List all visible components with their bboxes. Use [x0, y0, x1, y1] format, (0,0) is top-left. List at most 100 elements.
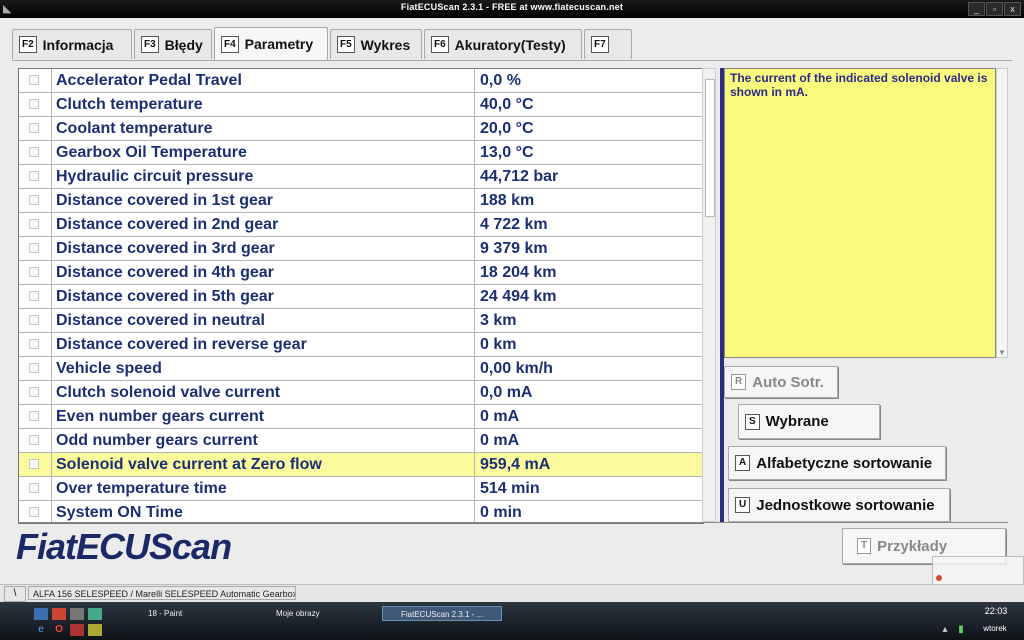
desktop-icon[interactable]: [34, 608, 48, 620]
task-my-pictures[interactable]: Moje obrazy: [258, 606, 376, 621]
window-title-bar: ◣ FiatECUScan 2.3.1 - FREE at www.fiatec…: [0, 0, 1024, 18]
maximize-button[interactable]: ▫: [986, 2, 1003, 16]
task-paint[interactable]: 18 - Paint: [130, 606, 250, 621]
task-fiatecuscan[interactable]: FiatECUScan 2.3.1 - ...: [382, 606, 502, 621]
row-checkbox[interactable]: [29, 99, 39, 109]
chevron-down-icon[interactable]: ▼: [998, 348, 1006, 357]
table-row[interactable]: Gearbox Oil Temperature 13,0 °C: [19, 141, 703, 165]
parameter-description: The current of the indicated solenoid va…: [724, 68, 996, 358]
table-row[interactable]: Hydraulic circuit pressure 44,712 bar: [19, 165, 703, 189]
status-bar: \ ALFA 156 SELESPEED / Marelli SELESPEED…: [0, 584, 1024, 602]
opera-icon[interactable]: O: [52, 624, 66, 636]
parameter-value: 959,4 mA: [480, 456, 551, 473]
shortcut-key: R: [731, 374, 747, 390]
fiatecuscan-logo: FiatECUScan: [16, 526, 232, 567]
app-icon[interactable]: [70, 608, 84, 620]
auto-sort-button[interactable]: R Auto Sotr.: [724, 366, 838, 398]
parameter-name: Gearbox Oil Temperature: [56, 144, 247, 161]
table-row[interactable]: Distance covered in 3rd gear 9 379 km: [19, 237, 703, 261]
table-row[interactable]: System ON Time 0 min: [19, 501, 703, 523]
row-checkbox[interactable]: [29, 75, 39, 85]
app-icon[interactable]: [88, 608, 102, 620]
row-checkbox[interactable]: [29, 291, 39, 301]
selected-button[interactable]: S Wybrane: [738, 404, 880, 439]
table-row[interactable]: Over temperature time 514 min: [19, 477, 703, 501]
parameter-value: 0,0 mA: [480, 384, 533, 401]
parameter-name: Distance covered in 3rd gear: [56, 240, 275, 257]
table-row[interactable]: Coolant temperature 20,0 °C: [19, 117, 703, 141]
minimize-button[interactable]: _: [968, 2, 985, 16]
parameter-name: Vehicle speed: [56, 360, 162, 377]
parameter-value: 0 min: [480, 504, 522, 521]
tab-label: Informacja: [42, 36, 114, 53]
row-checkbox[interactable]: [29, 435, 39, 445]
status-cell: \: [4, 586, 26, 602]
parameter-value: 20,0 °C: [480, 120, 534, 137]
row-checkbox[interactable]: [29, 219, 39, 229]
close-button[interactable]: x: [1004, 2, 1021, 16]
table-row[interactable]: Distance covered in reverse gear 0 km: [19, 333, 703, 357]
tab-akuratory[interactable]: F6 Akuratory(Testy): [424, 29, 582, 59]
row-checkbox[interactable]: [29, 171, 39, 181]
app-icon[interactable]: [52, 608, 66, 620]
parameter-name: Clutch temperature: [56, 96, 203, 113]
row-checkbox[interactable]: [29, 507, 39, 517]
table-row[interactable]: Distance covered in neutral 3 km: [19, 309, 703, 333]
row-checkbox[interactable]: [29, 123, 39, 133]
row-checkbox[interactable]: [29, 411, 39, 421]
tray-icon[interactable]: ▴: [938, 624, 952, 636]
table-row[interactable]: Clutch temperature 40,0 °C: [19, 93, 703, 117]
tab-key-label: F4: [221, 35, 239, 53]
tab-wykres[interactable]: F5 Wykres: [330, 29, 422, 59]
tab-label: Błędy: [164, 36, 203, 53]
table-scrollbar[interactable]: [702, 68, 716, 522]
tab-label: Akuratory(Testy): [454, 36, 566, 53]
unit-sort-button[interactable]: U Jednostkowe sortowanie: [728, 488, 950, 522]
shortcut-key: A: [735, 455, 751, 471]
app-icon[interactable]: [70, 624, 84, 636]
table-row[interactable]: Distance covered in 4th gear 18 204 km: [19, 261, 703, 285]
table-row[interactable]: Distance covered in 2nd gear 4 722 km: [19, 213, 703, 237]
clock-time[interactable]: 22:03: [974, 606, 1018, 616]
table-row[interactable]: Accelerator Pedal Travel 0,0 %: [19, 69, 703, 93]
tab-bledy[interactable]: F3 Błędy: [134, 29, 212, 59]
shortcut-key: S: [745, 413, 760, 430]
parameter-name: Hydraulic circuit pressure: [56, 168, 254, 185]
tab-bar: F2 Informacja F3 Błędy F4 Parametry F5 Wykre…: [12, 27, 632, 61]
row-checkbox[interactable]: [29, 483, 39, 493]
table-row[interactable]: Distance covered in 5th gear 24 494 km: [19, 285, 703, 309]
tab-f7[interactable]: F7: [584, 29, 632, 59]
scrollbar-thumb[interactable]: [705, 79, 715, 217]
table-row[interactable]: Odd number gears current 0 mA: [19, 429, 703, 453]
app-icon[interactable]: [88, 624, 102, 636]
parameter-value: 0,00 km/h: [480, 360, 553, 377]
ie-icon[interactable]: e: [34, 624, 48, 636]
row-checkbox[interactable]: [29, 387, 39, 397]
alphabetical-sort-button[interactable]: A Alfabetyczne sortowanie: [728, 446, 946, 480]
parameter-name: Accelerator Pedal Travel: [56, 72, 242, 89]
row-checkbox[interactable]: [29, 459, 39, 469]
window-title: FiatECUScan 2.3.1 - FREE at www.fiatecus…: [400, 2, 624, 12]
table-row[interactable]: Clutch solenoid valve current 0,0 mA: [19, 381, 703, 405]
network-icon[interactable]: ▮: [954, 624, 968, 636]
row-checkbox[interactable]: [29, 363, 39, 373]
row-checkbox[interactable]: [29, 195, 39, 205]
tab-key-label: F2: [19, 36, 37, 53]
tab-divider: [12, 60, 1012, 61]
row-checkbox[interactable]: [29, 339, 39, 349]
button-label: Przykłady: [877, 537, 948, 555]
tab-informacja[interactable]: F2 Informacja: [12, 29, 132, 59]
tab-parametry[interactable]: F4 Parametry: [214, 27, 328, 60]
row-checkbox[interactable]: [29, 243, 39, 253]
parameter-value: 188 km: [480, 192, 535, 209]
parameter-name: Over temperature time: [56, 480, 227, 497]
table-row-selected[interactable]: Solenoid valve current at Zero flow 959,4…: [19, 453, 703, 477]
table-row[interactable]: Vehicle speed 0,00 km/h: [19, 357, 703, 381]
table-row[interactable]: Even number gears current 0 mA: [19, 405, 703, 429]
row-checkbox[interactable]: [29, 315, 39, 325]
row-checkbox[interactable]: [29, 267, 39, 277]
shortcut-key: U: [735, 497, 751, 513]
row-checkbox[interactable]: [29, 147, 39, 157]
table-row[interactable]: Distance covered in 1st gear 188 km: [19, 189, 703, 213]
description-scrollbar[interactable]: ▼: [996, 68, 1008, 358]
